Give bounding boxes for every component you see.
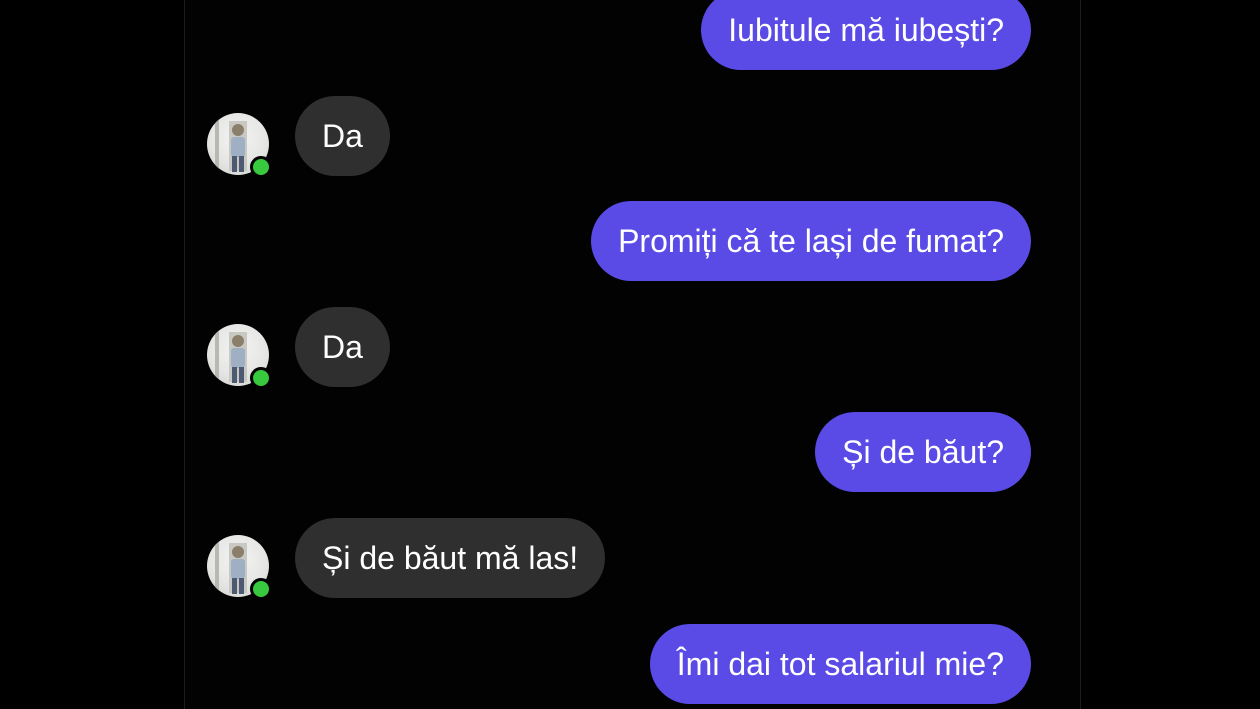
- online-status-dot-icon: [250, 156, 272, 178]
- incoming-message-bubble[interactable]: Da: [295, 307, 390, 387]
- contact-avatar[interactable]: [207, 535, 272, 600]
- outgoing-message-bubble[interactable]: Și de băut?: [815, 412, 1031, 492]
- incoming-message-bubble[interactable]: Și de băut mă las!: [295, 518, 606, 598]
- chat-thread[interactable]: Iubitule mă iubești? Da Promiți că te la…: [184, 0, 1081, 709]
- outgoing-message-bubble[interactable]: Iubitule mă iubești?: [701, 0, 1031, 70]
- online-status-dot-icon: [250, 578, 272, 600]
- outgoing-message-bubble[interactable]: Îmi dai tot salariul mie?: [649, 624, 1031, 704]
- screenshot-frame: Iubitule mă iubești? Da Promiți că te la…: [0, 0, 1260, 709]
- contact-avatar[interactable]: [207, 324, 272, 389]
- outgoing-message-bubble[interactable]: Promiți că te lași de fumat?: [591, 201, 1031, 281]
- incoming-message-bubble[interactable]: Da: [295, 96, 390, 176]
- contact-avatar[interactable]: [207, 113, 272, 178]
- online-status-dot-icon: [250, 367, 272, 389]
